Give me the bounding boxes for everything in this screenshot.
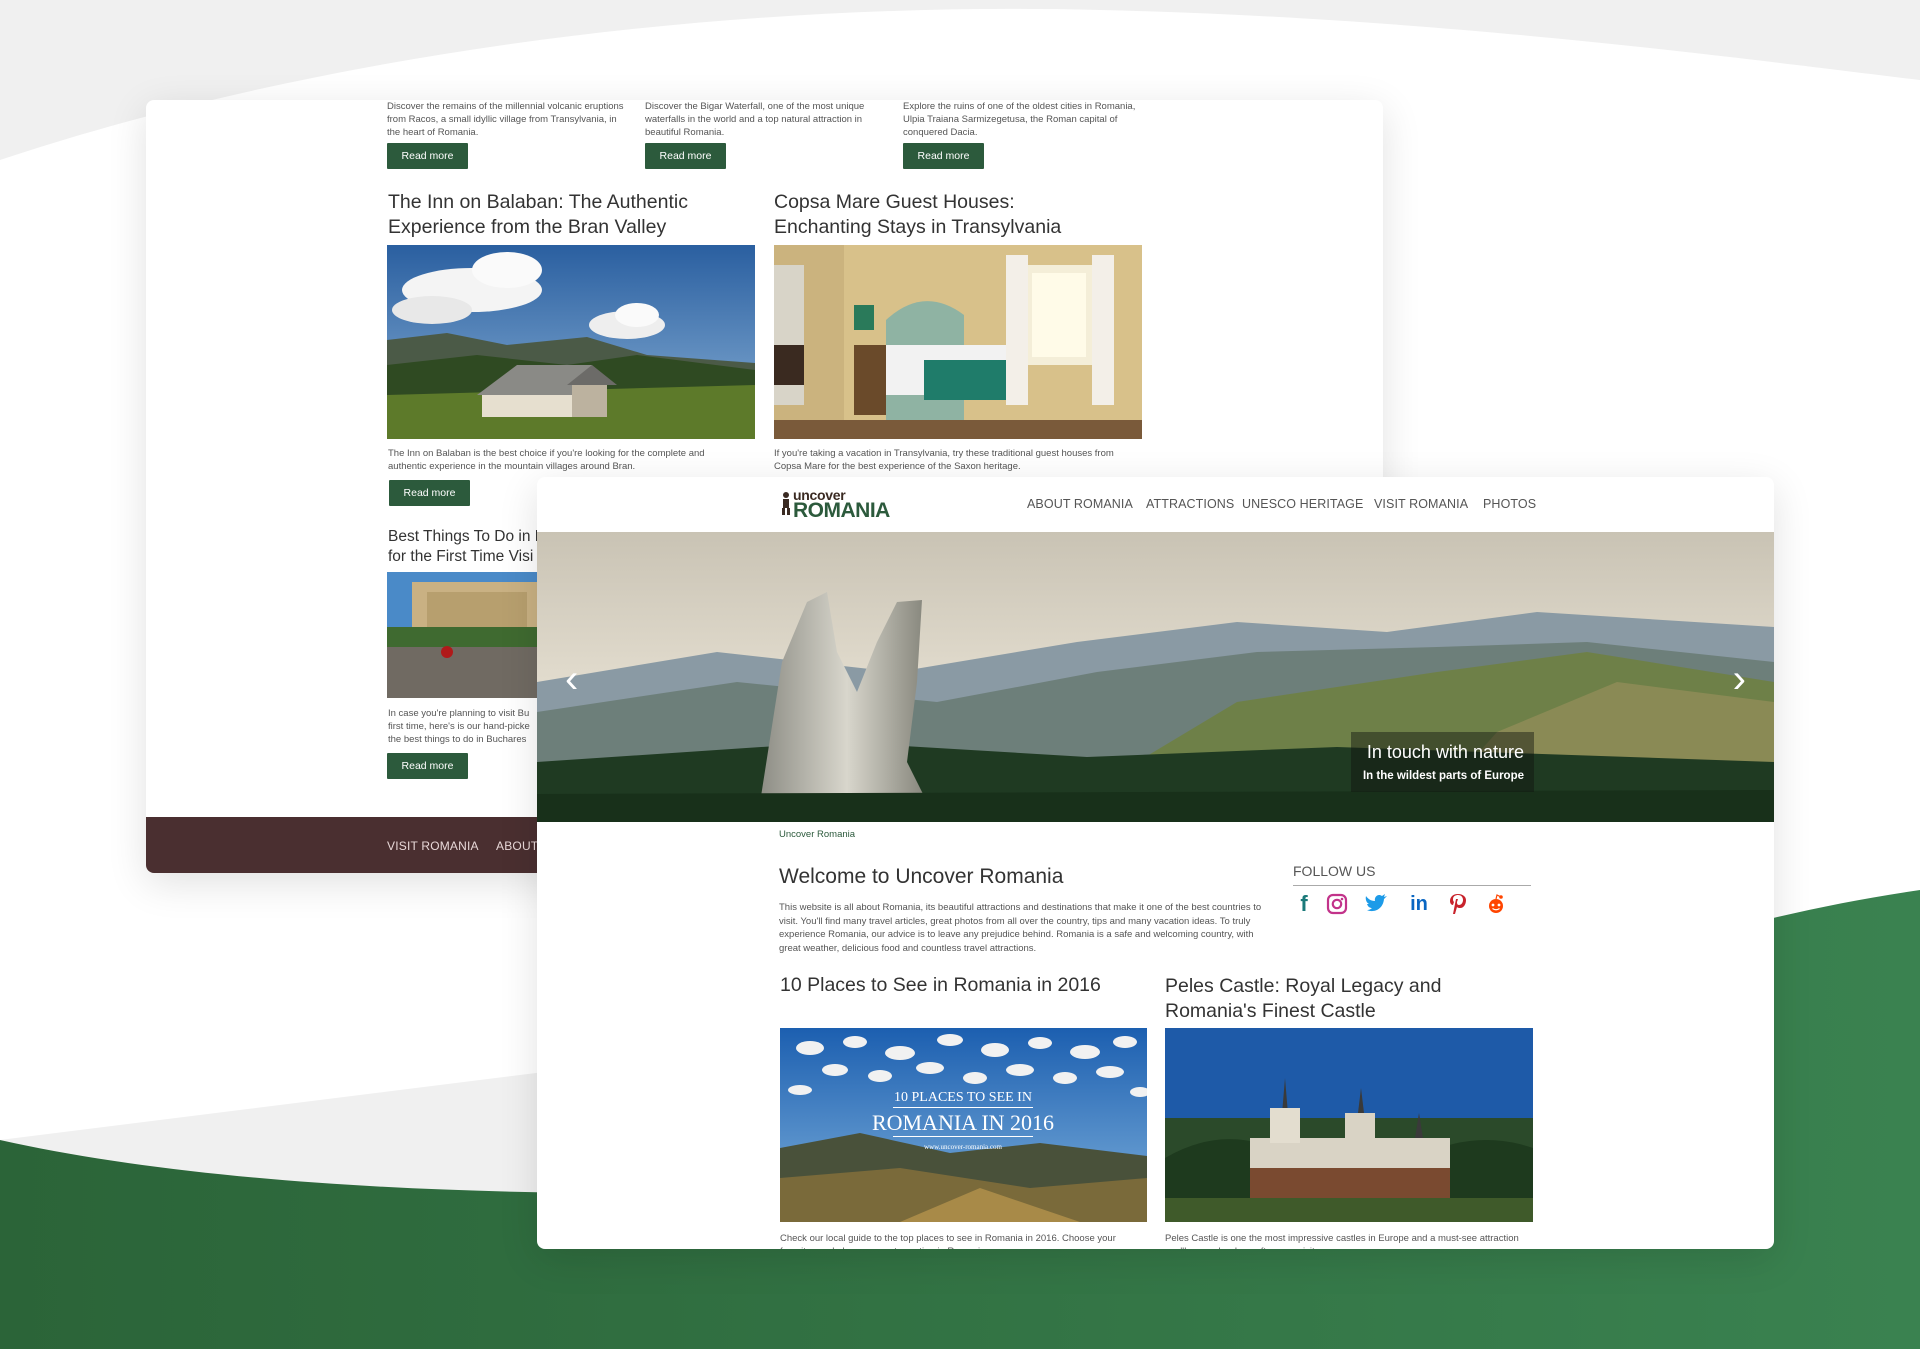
footer-link-about[interactable]: ABOUT [496, 839, 538, 853]
follow-divider [1293, 885, 1531, 886]
read-more-button[interactable]: Read more [645, 143, 726, 169]
post-title[interactable]: for the First Time Visi [388, 546, 533, 567]
facebook-icon[interactable]: f [1291, 891, 1317, 917]
pinterest-icon[interactable] [1445, 891, 1471, 917]
image-text: 10 PLACES TO SEE IN [894, 1090, 1032, 1105]
post-title[interactable]: Best Things To Do in B [388, 526, 545, 547]
hero-caption: In touch with nature In the wildest part… [1351, 732, 1534, 792]
post-title[interactable]: Copsa Mare Guest Houses: Enchanting Stay… [774, 190, 1114, 240]
hero-title: In touch with nature [1366, 742, 1524, 762]
post-title[interactable]: The Inn on Balaban: The Authentic Experi… [388, 190, 728, 240]
nav-visit-romania[interactable]: VISIT ROMANIA [1374, 497, 1468, 511]
ten-places-image[interactable]: 10 PLACES TO SEE IN ROMANIA IN 2016 www.… [780, 1028, 1147, 1222]
post-excerpt: Discover the remains of the millennial v… [387, 101, 624, 138]
front-page-screenshot: uncover ROMANIA ABOUT ROMANIA ATTRACTION… [537, 477, 1774, 1249]
post-title[interactable]: 10 Places to See in Romania in 2016 [780, 974, 1101, 997]
image-text: ROMANIA IN 2016 [872, 1110, 1054, 1135]
hero-subtitle: In the wildest parts of Europe [1362, 770, 1524, 782]
image-text: www.uncover-romania.com [924, 1143, 1002, 1151]
peles-castle-image[interactable] [1165, 1028, 1533, 1222]
post-excerpt: first time, here's is our hand-picke [388, 721, 530, 732]
twitter-icon[interactable] [1364, 891, 1390, 917]
follow-us-title: FOLLOW US [1293, 863, 1376, 879]
post-excerpt: In case you're planning to visit Bu [388, 708, 530, 719]
hiker-icon [782, 492, 790, 515]
read-more-button[interactable]: Read more [387, 143, 468, 169]
nav-photos[interactable]: PHOTOS [1483, 497, 1536, 511]
footer-link-visit-romania[interactable]: VISIT ROMANIA [387, 839, 479, 853]
hero-mountain-image [537, 532, 1774, 822]
copsa-mare-image[interactable] [774, 245, 1142, 439]
reddit-icon[interactable] [1483, 891, 1509, 917]
post-excerpt: Check our local guide to the top places … [780, 1233, 1116, 1249]
post-title[interactable]: Peles Castle: Royal Legacy and Romania's… [1165, 974, 1535, 1024]
inn-balaban-image[interactable] [387, 245, 755, 439]
slider-next-arrow-icon[interactable]: › [1733, 659, 1746, 699]
bucharest-image[interactable] [387, 572, 547, 698]
nav-attractions[interactable]: ATTRACTIONS [1146, 497, 1234, 511]
nav-about-romania[interactable]: ABOUT ROMANIA [1027, 497, 1133, 511]
breadcrumb[interactable]: Uncover Romania [779, 829, 855, 840]
post-excerpt: The Inn on Balaban is the best choice if… [388, 448, 705, 472]
logo-text-bottom: ROMANIA [793, 499, 890, 522]
post-excerpt: Peles Castle is one the most impressive … [1165, 1233, 1519, 1249]
slider-prev-arrow-icon[interactable]: ‹ [565, 659, 578, 699]
nav-unesco-heritage[interactable]: UNESCO HERITAGE [1242, 497, 1363, 511]
page-title: Welcome to Uncover Romania [779, 865, 1064, 888]
post-excerpt: Explore the ruins of one of the oldest c… [903, 101, 1136, 138]
intro-text: This website is all about Romania, its b… [779, 902, 1262, 954]
post-excerpt: Discover the Bigar Waterfall, one of the… [645, 101, 865, 138]
instagram-icon[interactable] [1324, 891, 1350, 917]
read-more-button[interactable]: Read more [387, 753, 468, 779]
post-excerpt: the best things to do in Buchares [388, 734, 527, 745]
post-excerpt: If you're taking a vacation in Transylva… [774, 448, 1114, 472]
read-more-button[interactable]: Read more [903, 143, 984, 169]
read-more-button[interactable]: Read more [389, 480, 470, 506]
linkedin-icon[interactable]: in [1406, 891, 1432, 917]
hero-slider[interactable]: ‹ › In touch with nature In the wildest … [537, 532, 1774, 822]
